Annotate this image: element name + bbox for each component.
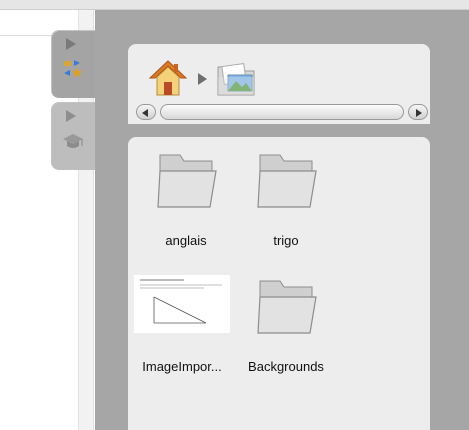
side-tab-layout[interactable] — [51, 30, 95, 98]
file-item-backgrounds[interactable]: Backgrounds — [232, 275, 340, 375]
file-browser-panel: anglais trigo ImageImpor... Backgrounds — [128, 137, 430, 430]
graduation-cap-icon — [63, 134, 83, 148]
folder-icon — [157, 154, 217, 208]
pictures-folder-icon[interactable] — [214, 57, 258, 101]
file-item-trigo[interactable]: trigo — [232, 149, 340, 249]
folder-icon — [257, 280, 317, 334]
navigation-panel — [128, 44, 430, 124]
breadcrumb — [148, 54, 348, 98]
file-item-anglais[interactable]: anglais — [132, 149, 240, 249]
file-label: anglais — [165, 233, 207, 248]
file-label: trigo — [273, 233, 299, 248]
expand-arrow-icon — [66, 110, 76, 122]
breadcrumb-scrollbar[interactable] — [136, 104, 428, 120]
scroll-right-button[interactable] — [408, 104, 428, 120]
scroll-left-button[interactable] — [136, 104, 156, 120]
expand-arrow-icon — [66, 38, 76, 50]
home-icon[interactable] — [148, 58, 188, 98]
file-label: Backgrounds — [248, 359, 324, 374]
scroll-track[interactable] — [160, 104, 404, 120]
top-border-strip — [0, 0, 469, 10]
folder-icon — [257, 154, 317, 208]
image-thumbnail-icon — [134, 275, 230, 333]
side-tab-column — [51, 30, 95, 170]
file-label: ImageImpor... — [142, 359, 222, 374]
side-tab-education[interactable] — [51, 102, 95, 170]
breadcrumb-separator-icon — [198, 73, 207, 85]
layout-icon — [64, 60, 82, 77]
file-item-image-import[interactable]: ImageImpor... — [128, 275, 236, 375]
